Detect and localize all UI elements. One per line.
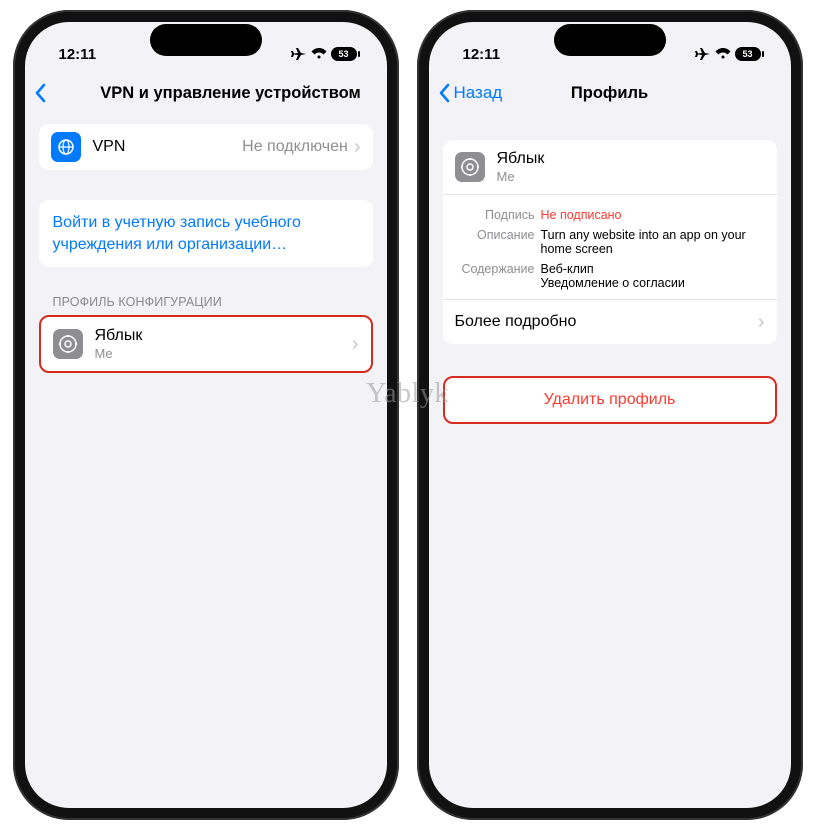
nav-bar: VPN и управление устройством — [25, 72, 387, 114]
dynamic-island — [554, 24, 666, 56]
detail-val: Уведомление о согласии — [541, 276, 685, 290]
nav-bar: Назад Профиль — [429, 72, 791, 114]
vpn-label: VPN — [93, 138, 231, 156]
more-details-cell[interactable]: Более подробно › — [443, 299, 777, 344]
detail-key: Подпись — [455, 208, 535, 222]
delete-profile-button[interactable]: Удалить профиль — [443, 376, 777, 424]
globe-icon — [51, 132, 81, 162]
section-header: ПРОФИЛЬ КОНФИГУРАЦИИ — [39, 295, 373, 315]
battery-level: 53 — [331, 49, 357, 59]
dynamic-island — [150, 24, 262, 56]
wifi-icon — [715, 48, 731, 60]
gear-icon — [53, 329, 83, 359]
content-area: VPN Не подключен › Войти в учетную запис… — [25, 114, 387, 373]
battery-icon: 53 — [331, 47, 357, 61]
status-time: 12:11 — [463, 46, 501, 63]
gear-icon — [455, 152, 485, 182]
phone-right: 12:11 53 Назад Профиль — [417, 10, 803, 820]
back-button[interactable] — [35, 83, 47, 103]
nav-title: VPN и управление устройством — [65, 84, 387, 103]
signin-cell[interactable]: Войти в учетную запись учебного учрежден… — [39, 200, 373, 267]
vpn-cell[interactable]: VPN Не подключен › — [39, 124, 373, 170]
wifi-icon — [311, 48, 327, 60]
chevron-right-icon: › — [758, 312, 765, 332]
profile-details: Подпись Не подписано Описание Turn any w… — [443, 194, 777, 299]
screen-left: 12:11 53 VPN и управление устройством — [25, 22, 387, 808]
status-icons: 53 — [291, 47, 357, 61]
chevron-right-icon: › — [352, 334, 359, 354]
profile-title: Яблык — [497, 150, 765, 168]
detail-val: Веб-клип — [541, 262, 685, 276]
detail-row-signature: Подпись Не подписано — [455, 205, 765, 225]
profile-subtitle: Me — [497, 169, 765, 184]
detail-val: Turn any website into an app on your hom… — [541, 228, 765, 256]
detail-key: Содержание — [455, 262, 535, 290]
screen-right: 12:11 53 Назад Профиль — [429, 22, 791, 808]
status-time: 12:11 — [59, 46, 97, 63]
chevron-left-icon — [35, 83, 47, 103]
vpn-status: Не подключен — [242, 138, 348, 156]
detail-key: Описание — [455, 228, 535, 256]
battery-icon: 53 — [735, 47, 761, 61]
signin-label: Войти в учетную запись учебного учрежден… — [53, 214, 301, 253]
nav-title: Профиль — [429, 84, 791, 103]
phone-left: 12:11 53 VPN и управление устройством — [13, 10, 399, 820]
profile-header-cell: Яблык Me — [443, 140, 777, 194]
profile-details-group: Яблык Me Подпись Не подписано Описание T… — [443, 140, 777, 344]
profile-subtitle: Me — [95, 346, 340, 361]
battery-level: 53 — [735, 49, 761, 59]
airplane-icon — [291, 47, 307, 61]
content-area: Яблык Me Подпись Не подписано Описание T… — [429, 114, 791, 424]
delete-label: Удалить профиль — [544, 391, 676, 408]
detail-val: Не подписано — [541, 208, 622, 222]
airplane-icon — [695, 47, 711, 61]
more-label: Более подробно — [455, 313, 758, 331]
profile-config-cell[interactable]: Яблык Me › — [41, 317, 371, 371]
profile-config-group: Яблык Me › — [39, 315, 373, 373]
vpn-group: VPN Не подключен › — [39, 124, 373, 170]
detail-row-description: Описание Turn any website into an app on… — [455, 225, 765, 259]
chevron-right-icon: › — [354, 137, 361, 157]
status-icons: 53 — [695, 47, 761, 61]
profile-title: Яблык — [95, 327, 340, 345]
detail-row-content: Содержание Веб-клип Уведомление о соглас… — [455, 259, 765, 293]
